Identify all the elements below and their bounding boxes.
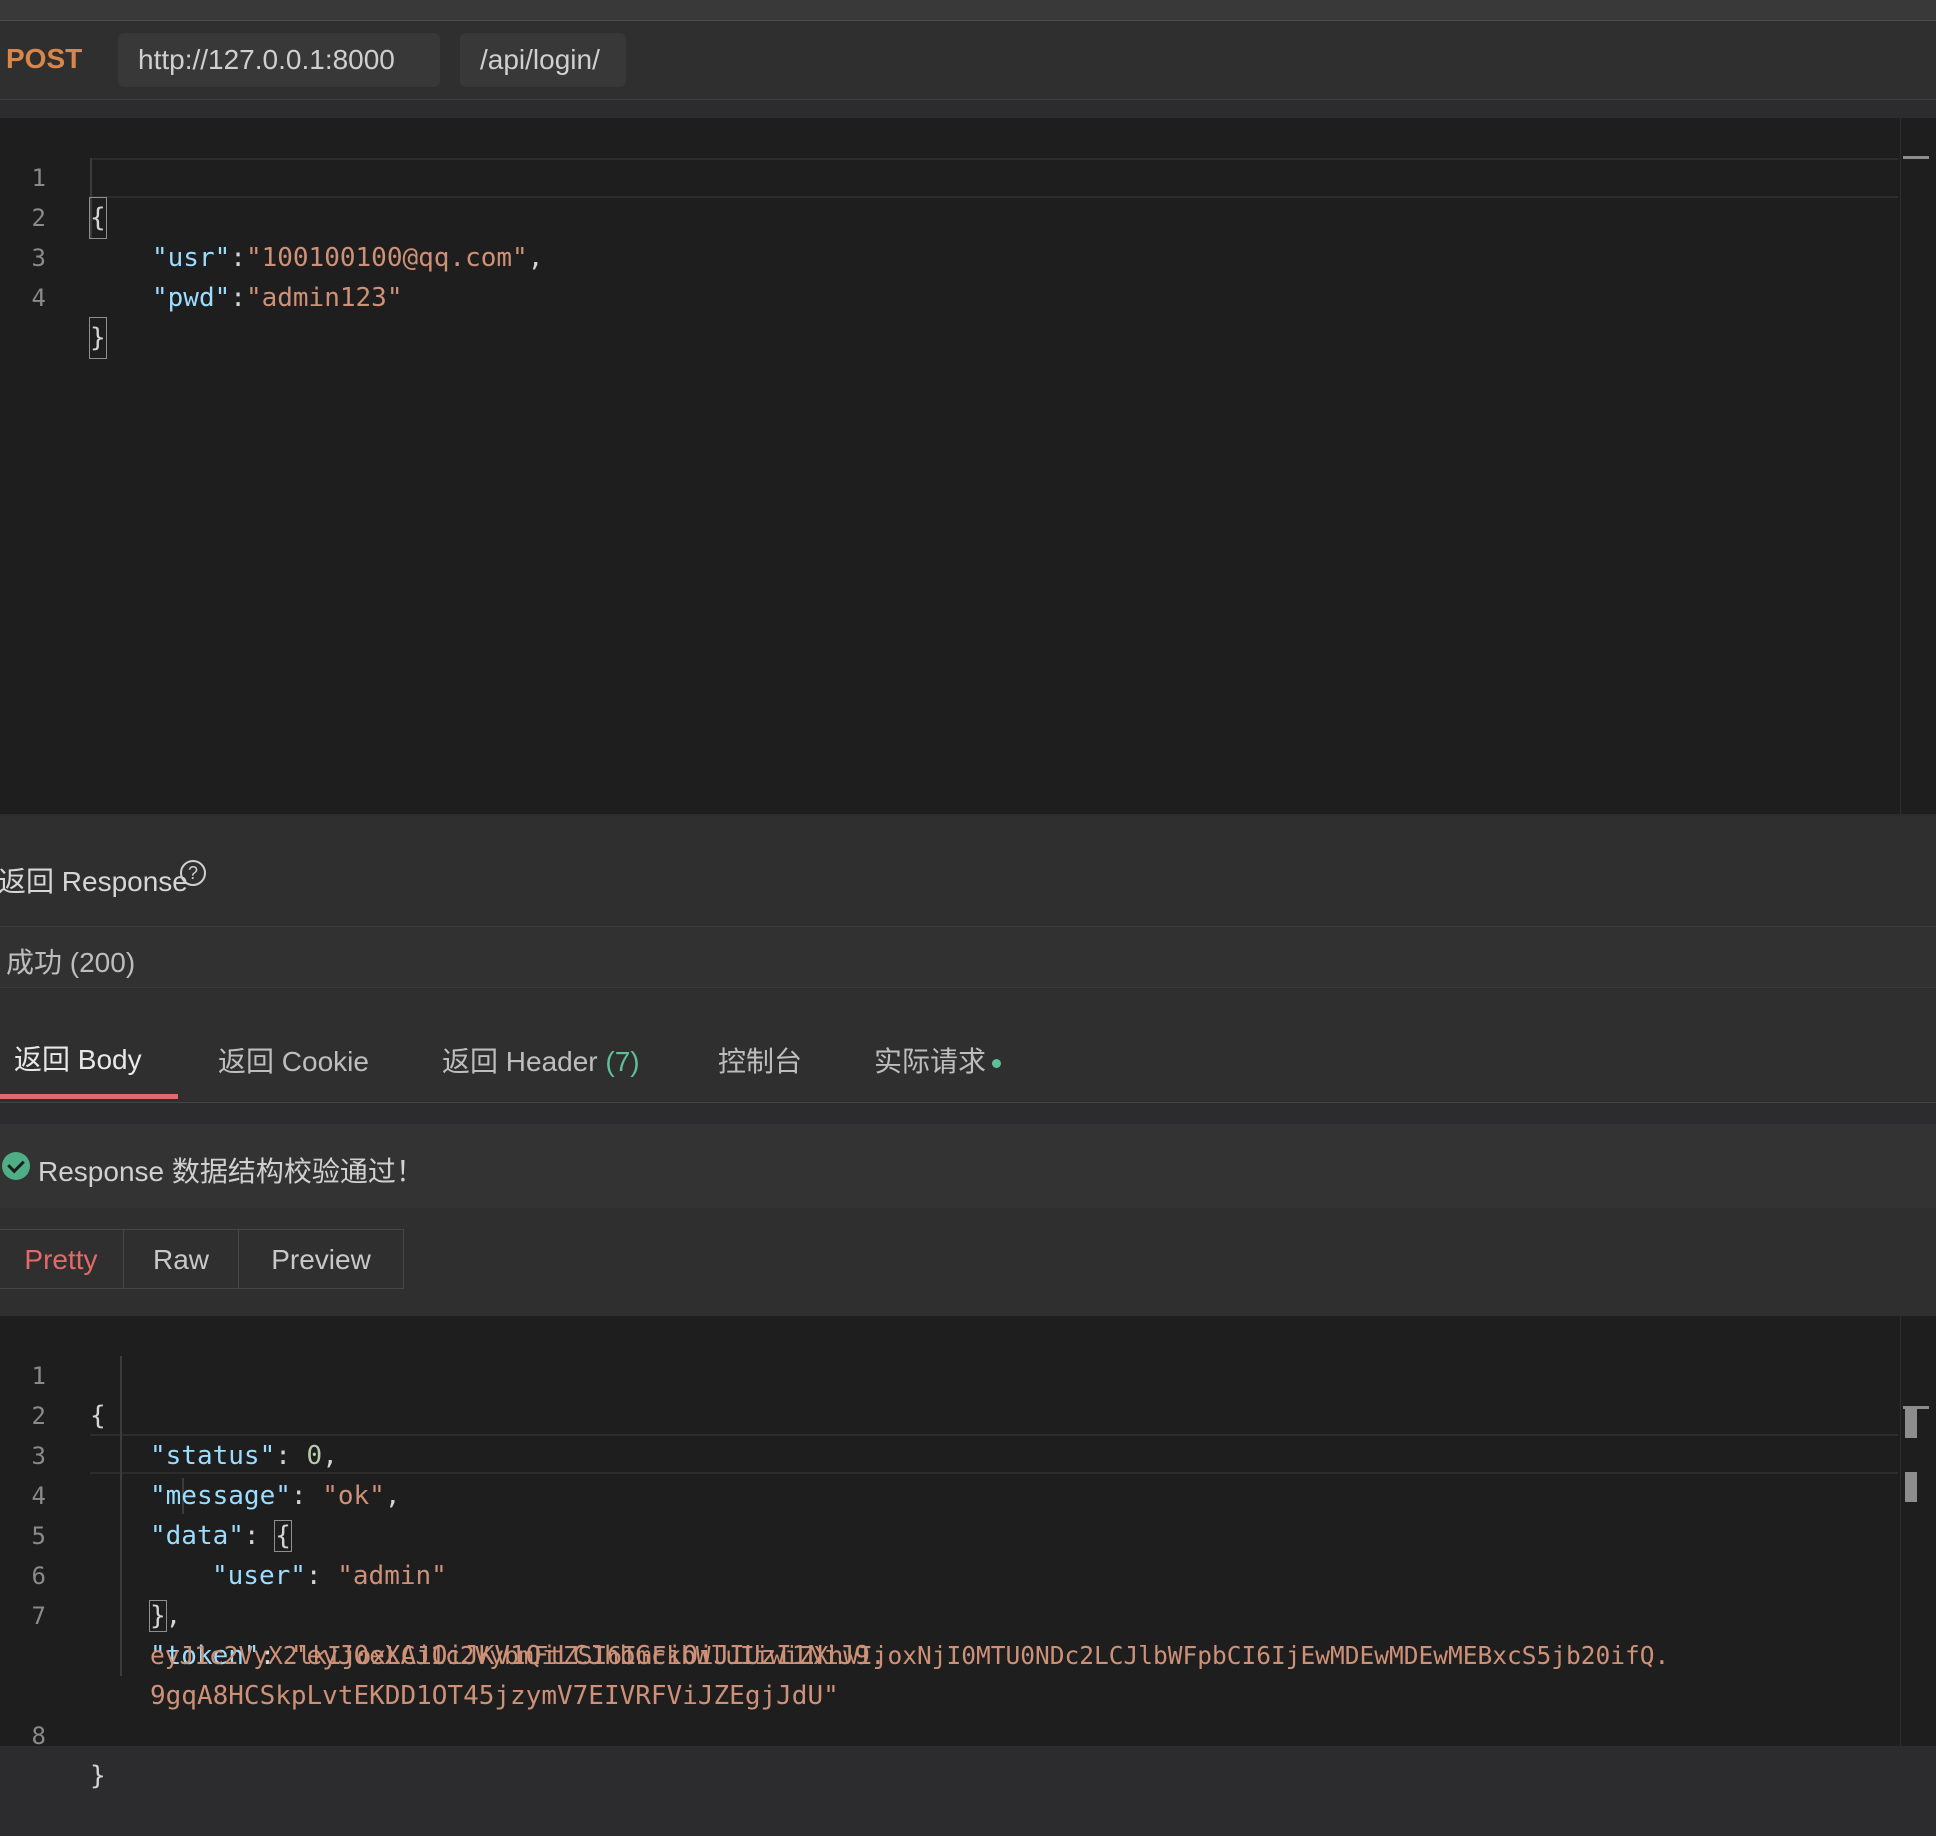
open-brace: { (89, 197, 107, 239)
scrollbar-thumb[interactable] (1905, 1408, 1917, 1438)
code-line: 1 { (0, 118, 107, 239)
json-value-continuation: eyJ1c2VyX2lkIjoxLCJ1c2VybmFtZSI6ImFkbWlu… (150, 1641, 1670, 1670)
response-header: 返回 Response ? (0, 816, 1936, 927)
json-key: "user" (212, 1561, 306, 1591)
json-key: "data" (150, 1521, 244, 1551)
json-key: "status" (150, 1441, 276, 1471)
code-line: 7 "token": "eyJ0eXAiOiJKV1QiLCJhbGciOiJI… (0, 1556, 886, 1671)
view-preview-button[interactable]: Preview (238, 1229, 404, 1289)
scrollbar-thumb[interactable] (1905, 1472, 1917, 1502)
editor-scrollbar[interactable] (1900, 118, 1929, 814)
json-key: "pwd" (152, 283, 231, 313)
view-mode-bar: Pretty Raw Preview (0, 1208, 1936, 1316)
code-line: 1 { (0, 1316, 106, 1431)
code-line: 3 "pwd":"admin123" (0, 198, 403, 313)
json-key: "message" (150, 1481, 291, 1511)
tab-header[interactable]: 返回 Header (7) (442, 1040, 640, 1080)
json-value: 0 (306, 1441, 323, 1471)
view-raw-button[interactable]: Raw (123, 1229, 239, 1289)
active-tab-indicator (0, 1094, 178, 1099)
code-line-wrapped: 9gqA8HCSkpLvtEKDD1OT45jzymV7EIVRFViJZEgj… (0, 1636, 839, 1711)
json-value-continuation: 9gqA8HCSkpLvtEKDD1OT45jzymV7EIVRFViJZEgj… (150, 1681, 839, 1711)
tab-console[interactable]: 控制台 (718, 1040, 802, 1080)
tab-actual-request[interactable]: 实际请求 (874, 1040, 1002, 1080)
code-line: 5 "user": "admin" (0, 1476, 447, 1591)
question-circle-icon[interactable]: ? (180, 860, 206, 886)
validation-message: Response 数据结构校验通过！ (38, 1156, 424, 1187)
path-field[interactable]: /api/login/ (460, 33, 626, 87)
line-number: 4 (31, 284, 46, 312)
view-pretty-button[interactable]: Pretty (0, 1229, 124, 1289)
tab-actual-request-label: 实际请求 (874, 1046, 987, 1077)
json-value: "ok" (322, 1481, 385, 1511)
line-number: 8 (31, 1722, 46, 1750)
code-line: 2 "status": 0, (0, 1356, 338, 1471)
request-body-editor[interactable]: 1 { 2 "usr":"100100100@qq.com", 3 "pwd":… (0, 118, 1936, 814)
code-line: 2 "usr":"100100100@qq.com", (0, 158, 544, 273)
json-value: "100100100@qq.com" (245, 243, 528, 273)
code-line: 8 } (0, 1676, 106, 1791)
response-status-row: 成功 (200) (0, 927, 1936, 988)
tab-body[interactable]: 返回 Body (14, 1038, 142, 1078)
tab-header-label: 返回 Header (442, 1046, 598, 1077)
close-brace: } (89, 317, 107, 359)
request-url-bar: POST http://127.0.0.1:8000 /api/login/ (0, 21, 1936, 100)
check-circle-icon (2, 1152, 30, 1180)
validation-banner: Response 数据结构校验通过！ (0, 1124, 1936, 1208)
indent-guide (120, 1356, 122, 1676)
tab-cookie[interactable]: 返回 Cookie (218, 1040, 369, 1080)
status-dot-icon (992, 1059, 1002, 1069)
status-badge: 成功 (200) (6, 947, 136, 978)
code-line-wrapped: eyJ1c2VyX2lkIjoxLCJ1c2VybmFtZSI6ImFkbWlu… (0, 1596, 1669, 1670)
tab-header-count: (7) (605, 1046, 640, 1077)
code-line: 6 }, (0, 1516, 181, 1632)
current-line-highlight (90, 1434, 1898, 1474)
response-title: 返回 Response (0, 866, 188, 897)
response-body-viewer[interactable]: 1 { 2 "status": 0, 3 "message": "ok", 4 … (0, 1316, 1936, 1791)
response-tabs: 返回 Body 返回 Cookie 返回 Header (7) 控制台 实际请求 (0, 988, 1936, 1103)
viewer-scrollbar[interactable] (1900, 1316, 1929, 1746)
scrollbar-cursor-mark (1903, 156, 1929, 159)
base-url-field[interactable]: http://127.0.0.1:8000 (118, 33, 440, 87)
top-strip (0, 0, 1936, 21)
json-value: "admin" (337, 1561, 447, 1591)
json-key: "usr" (152, 243, 231, 273)
current-line-highlight (90, 158, 1898, 198)
json-value: "admin123" (245, 283, 403, 313)
http-method-selector[interactable]: POST (6, 43, 82, 75)
code-line: 3 "message": "ok", (0, 1396, 401, 1511)
code-line: 4 "data": { (0, 1436, 292, 1552)
code-line: 4 } (0, 238, 107, 359)
